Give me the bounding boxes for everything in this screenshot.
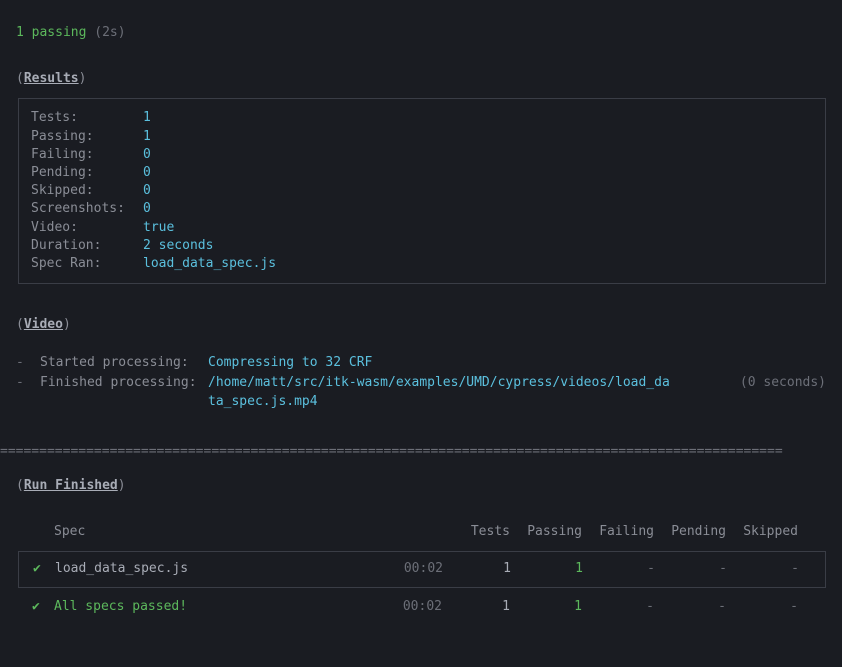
video-title: Video <box>24 317 63 332</box>
result-label: Video: <box>31 219 143 237</box>
summary-tests: 1 <box>442 598 510 616</box>
check-icon: ✔ <box>18 598 54 616</box>
result-label: Duration: <box>31 237 143 255</box>
close-paren: ) <box>118 478 126 493</box>
col-time-header <box>374 523 442 541</box>
result-value: 0 <box>143 164 151 182</box>
result-value: 0 <box>143 182 151 200</box>
result-row-screenshots: Screenshots: 0 <box>31 200 813 218</box>
summary-spec: All specs passed! <box>54 598 374 616</box>
result-row-tests: Tests: 1 <box>31 109 813 127</box>
result-label: Tests: <box>31 109 143 127</box>
video-header: (Video) <box>0 284 842 334</box>
dash: - <box>16 354 40 372</box>
video-finished-time: (0 seconds) <box>740 374 842 392</box>
dash: - <box>16 374 40 392</box>
summary-passing: 1 <box>510 598 582 616</box>
result-label: Pending: <box>31 164 143 182</box>
divider: ========================================… <box>0 411 842 461</box>
results-header: (Results) <box>0 42 842 88</box>
passing-duration: (2s) <box>94 25 125 40</box>
row-failing: - <box>583 560 655 578</box>
run-finished-header: (Run Finished) <box>0 461 842 495</box>
close-paren: ) <box>79 71 87 86</box>
header-pending: Pending <box>654 523 726 541</box>
table-row-box: ✔ load_data_spec.js 00:02 1 1 - - - <box>18 551 826 587</box>
table-header-row: Spec Tests Passing Failing Pending Skipp… <box>18 523 842 551</box>
result-label: Failing: <box>31 146 143 164</box>
row-pending: - <box>655 560 727 578</box>
result-row-skipped: Skipped: 0 <box>31 182 813 200</box>
row-skipped: - <box>727 560 799 578</box>
run-finished-title: Run Finished <box>24 478 118 493</box>
passing-summary: 1 passing (2s) <box>0 0 842 42</box>
open-paren: ( <box>16 478 24 493</box>
results-box: Tests: 1 Passing: 1 Failing: 0 Pending: … <box>18 98 826 284</box>
summary-skipped: - <box>726 598 798 616</box>
open-paren: ( <box>16 317 24 332</box>
result-value: load_data_spec.js <box>143 255 276 273</box>
results-title: Results <box>24 71 79 86</box>
video-finished-value-2: ta_spec.js.mp4 <box>0 393 842 411</box>
table-summary-row: ✔ All specs passed! 00:02 1 1 - - - <box>18 588 842 616</box>
video-finished-line: - Finished processing: /home/matt/src/it… <box>0 372 842 392</box>
row-time: 00:02 <box>375 560 443 578</box>
result-value: 0 <box>143 200 151 218</box>
result-label: Spec Ran: <box>31 255 143 273</box>
video-started-line: - Started processing: Compressing to 32 … <box>0 352 842 372</box>
header-skipped: Skipped <box>726 523 798 541</box>
header-failing: Failing <box>582 523 654 541</box>
header-spec: Spec <box>54 523 374 541</box>
video-started-value: Compressing to 32 CRF <box>208 354 372 372</box>
row-passing: 1 <box>511 560 583 578</box>
result-value: 1 <box>143 109 151 127</box>
result-row-failing: Failing: 0 <box>31 146 813 164</box>
header-tests: Tests <box>442 523 510 541</box>
header-passing: Passing <box>510 523 582 541</box>
result-row-passing: Passing: 1 <box>31 128 813 146</box>
passing-count: 1 passing <box>16 25 86 40</box>
open-paren: ( <box>16 71 24 86</box>
result-value: 1 <box>143 128 151 146</box>
video-started-label: Started processing: <box>40 354 208 372</box>
summary-table: Spec Tests Passing Failing Pending Skipp… <box>0 495 842 616</box>
result-row-spec-ran: Spec Ran: load_data_spec.js <box>31 255 813 273</box>
result-row-duration: Duration: 2 seconds <box>31 237 813 255</box>
col-check-header <box>18 523 54 541</box>
result-value: true <box>143 219 174 237</box>
row-tests: 1 <box>443 560 511 578</box>
row-spec: load_data_spec.js <box>55 560 375 578</box>
result-label: Passing: <box>31 128 143 146</box>
result-label: Skipped: <box>31 182 143 200</box>
result-row-pending: Pending: 0 <box>31 164 813 182</box>
result-value: 2 seconds <box>143 237 213 255</box>
close-paren: ) <box>63 317 71 332</box>
video-finished-value-1: /home/matt/src/itk-wasm/examples/UMD/cyp… <box>208 374 670 392</box>
table-row: ✔ load_data_spec.js 00:02 1 1 - - - <box>19 560 825 578</box>
result-row-video: Video: true <box>31 219 813 237</box>
summary-time: 00:02 <box>374 598 442 616</box>
summary-pending: - <box>654 598 726 616</box>
summary-failing: - <box>582 598 654 616</box>
video-finished-label: Finished processing: <box>40 374 208 392</box>
result-label: Screenshots: <box>31 200 143 218</box>
check-icon: ✔ <box>19 560 55 578</box>
result-value: 0 <box>143 146 151 164</box>
